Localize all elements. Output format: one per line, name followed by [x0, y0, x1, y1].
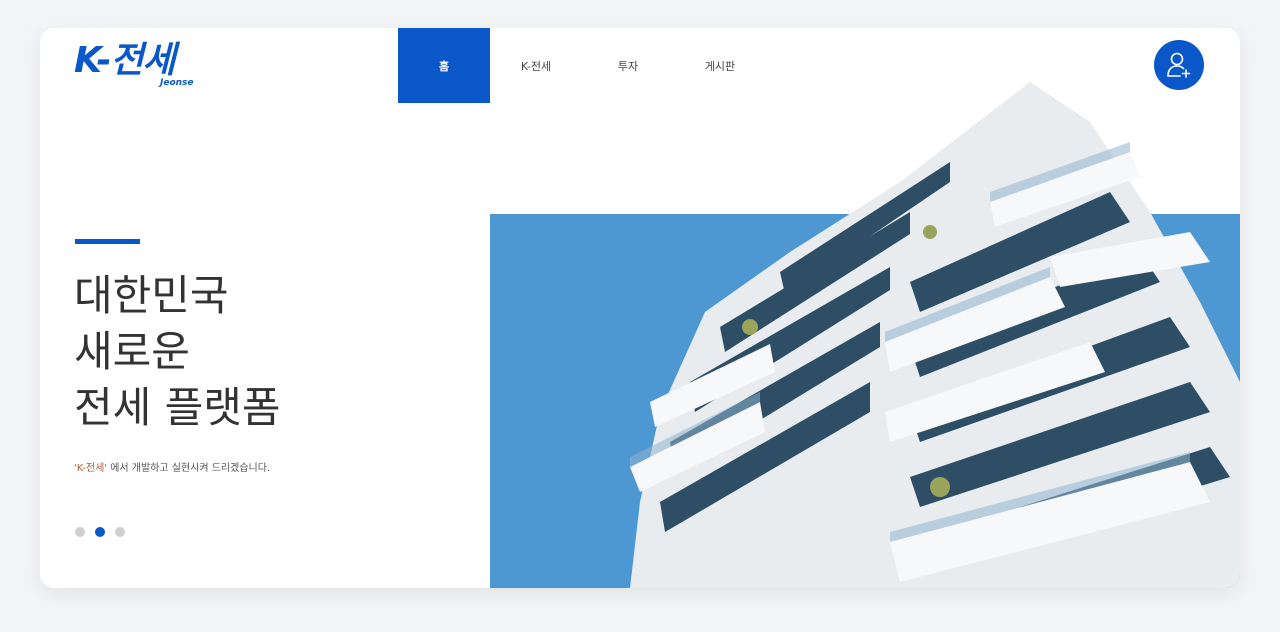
hero-card: K-전세 Jeonse 홈 K-전세 투자 게시판 대한민국 새로운 전세 플랫… [40, 28, 1240, 588]
nav-item-home[interactable]: 홈 [398, 28, 490, 103]
accent-bar [75, 239, 140, 244]
logo[interactable]: K-전세 Jeonse [74, 40, 214, 92]
hero-title: 대한민국 새로운 전세 플랫폼 [74, 268, 281, 436]
hero-title-line: 대한민국 [74, 271, 229, 320]
nav-item-label: K-전세 [520, 59, 552, 73]
hero-subtitle: 'K-전세' 에서 개발하고 실현시켜 드리겠습니다. [74, 459, 270, 474]
logo-sub-text: Jeonse [160, 78, 194, 88]
slide-dot-1[interactable] [75, 527, 85, 537]
hero-subtitle-brand: 'K-전세' [74, 463, 108, 474]
slide-dot-3[interactable] [115, 527, 125, 537]
hero-building-image [490, 82, 1240, 588]
nav-item-label: 홈 [438, 59, 450, 73]
nav-item-label: 게시판 [704, 59, 736, 73]
hero-subtitle-text: 에서 개발하고 실현시켜 드리겠습니다. [107, 463, 271, 474]
hero-title-line: 새로운 [74, 327, 190, 376]
user-add-icon [1167, 52, 1191, 78]
logo-main-text: K-전세 [74, 40, 176, 81]
nav-item-label: 투자 [617, 59, 639, 73]
slide-dot-2[interactable] [95, 527, 105, 537]
slide-indicator [75, 527, 125, 537]
hero-title-line: 전세 플랫폼 [74, 383, 281, 432]
